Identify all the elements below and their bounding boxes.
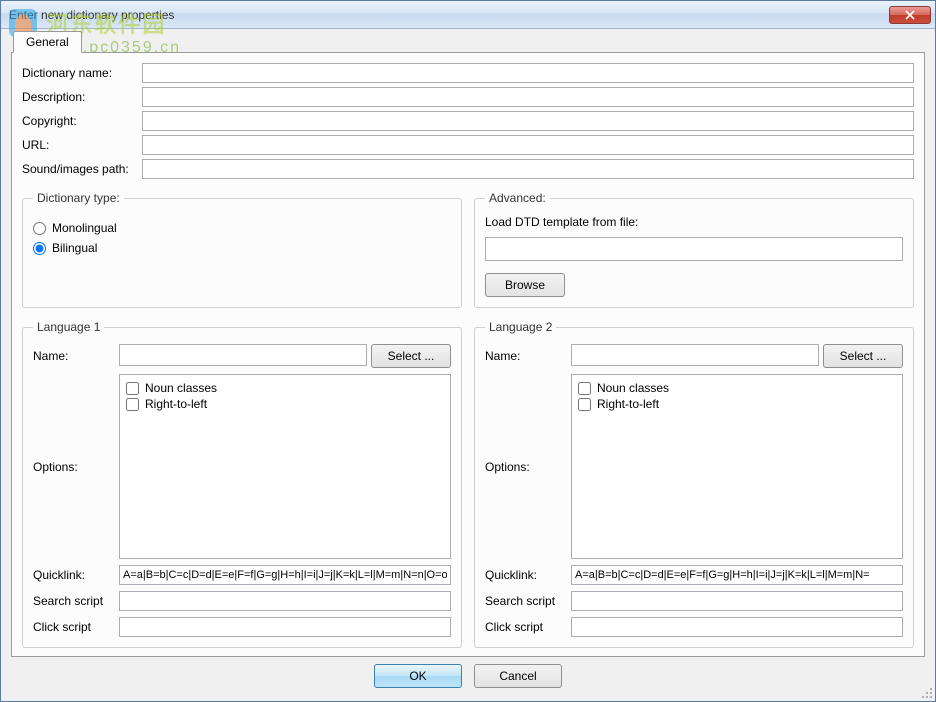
language1-group: Language 1 Name: Select ... Options: Nou…: [22, 320, 462, 648]
sound-images-input[interactable]: [142, 159, 914, 179]
sound-images-label: Sound/images path:: [22, 162, 142, 176]
cancel-button[interactable]: Cancel: [474, 664, 562, 688]
window-title: Enter new dictionary properties: [9, 8, 174, 22]
description-input[interactable]: [142, 87, 914, 107]
dictionary-type-group: Dictionary type: Monolingual Bilingual: [22, 191, 462, 308]
lang2-noun-classes-checkbox[interactable]: [578, 382, 591, 395]
dictionary-name-label: Dictionary name:: [22, 66, 142, 80]
lang2-select-button[interactable]: Select ...: [823, 344, 903, 368]
lang2-rtl-checkbox[interactable]: [578, 398, 591, 411]
language2-group: Language 2 Name: Select ... Options: Nou…: [474, 320, 914, 648]
monolingual-label: Monolingual: [52, 221, 117, 235]
dtd-path-input[interactable]: [485, 237, 903, 261]
close-button[interactable]: [889, 6, 931, 24]
lang2-options-box: Noun classes Right-to-left: [571, 374, 903, 559]
lang2-search-script-label: Search script: [485, 594, 567, 608]
close-icon: [905, 10, 915, 20]
footer-buttons: OK Cancel: [11, 657, 925, 695]
dialog-window: Enter new dictionary properties 河东软件园 ww…: [0, 0, 936, 702]
lang1-quicklink-label: Quicklink:: [33, 568, 115, 582]
resize-grip-icon: [919, 685, 933, 699]
lang1-name-input[interactable]: [119, 344, 367, 366]
lang2-click-script-input[interactable]: [571, 617, 903, 637]
lang1-search-script-input[interactable]: [119, 591, 451, 611]
language2-legend: Language 2: [485, 320, 556, 334]
lang2-quicklink-label: Quicklink:: [485, 568, 567, 582]
lang1-options-label: Options:: [33, 460, 115, 474]
lang1-noun-classes-checkbox[interactable]: [126, 382, 139, 395]
lang1-options-box: Noun classes Right-to-left: [119, 374, 451, 559]
lang2-rtl-label: Right-to-left: [597, 397, 659, 411]
lang1-noun-classes-label: Noun classes: [145, 381, 217, 395]
lang2-options-label: Options:: [485, 460, 567, 474]
language1-legend: Language 1: [33, 320, 104, 334]
bilingual-radio[interactable]: [33, 242, 46, 255]
lang2-noun-classes-label: Noun classes: [597, 381, 669, 395]
lang1-search-script-label: Search script: [33, 594, 115, 608]
lang1-click-script-label: Click script: [33, 620, 115, 634]
resize-grip[interactable]: [919, 685, 933, 699]
lang2-name-input[interactable]: [571, 344, 819, 366]
load-dtd-label: Load DTD template from file:: [485, 215, 903, 229]
lang2-click-script-label: Click script: [485, 620, 567, 634]
dictionary-name-input[interactable]: [142, 63, 914, 83]
tab-body: Dictionary name: Description: Copyright:…: [11, 52, 925, 657]
content-area: 河东软件园 www.pc0359.cn General Dictionary n…: [11, 29, 925, 695]
copyright-label: Copyright:: [22, 114, 142, 128]
dictionary-type-legend: Dictionary type:: [33, 191, 124, 205]
lang2-quicklink-input[interactable]: [571, 565, 903, 585]
ok-button[interactable]: OK: [374, 664, 462, 688]
lang2-name-label: Name:: [485, 349, 567, 363]
lang1-rtl-checkbox[interactable]: [126, 398, 139, 411]
lang1-click-script-input[interactable]: [119, 617, 451, 637]
advanced-legend: Advanced:: [485, 191, 550, 205]
lang1-name-label: Name:: [33, 349, 115, 363]
tabstrip: General: [11, 31, 925, 53]
advanced-group: Advanced: Load DTD template from file: B…: [474, 191, 914, 308]
description-label: Description:: [22, 90, 142, 104]
bilingual-label: Bilingual: [52, 241, 97, 255]
lang1-rtl-label: Right-to-left: [145, 397, 207, 411]
titlebar: Enter new dictionary properties: [1, 1, 935, 29]
copyright-input[interactable]: [142, 111, 914, 131]
url-label: URL:: [22, 138, 142, 152]
lang1-select-button[interactable]: Select ...: [371, 344, 451, 368]
monolingual-radio[interactable]: [33, 222, 46, 235]
browse-button[interactable]: Browse: [485, 273, 565, 297]
tab-general[interactable]: General: [13, 31, 82, 53]
url-input[interactable]: [142, 135, 914, 155]
lang1-quicklink-input[interactable]: [119, 565, 451, 585]
lang2-search-script-input[interactable]: [571, 591, 903, 611]
